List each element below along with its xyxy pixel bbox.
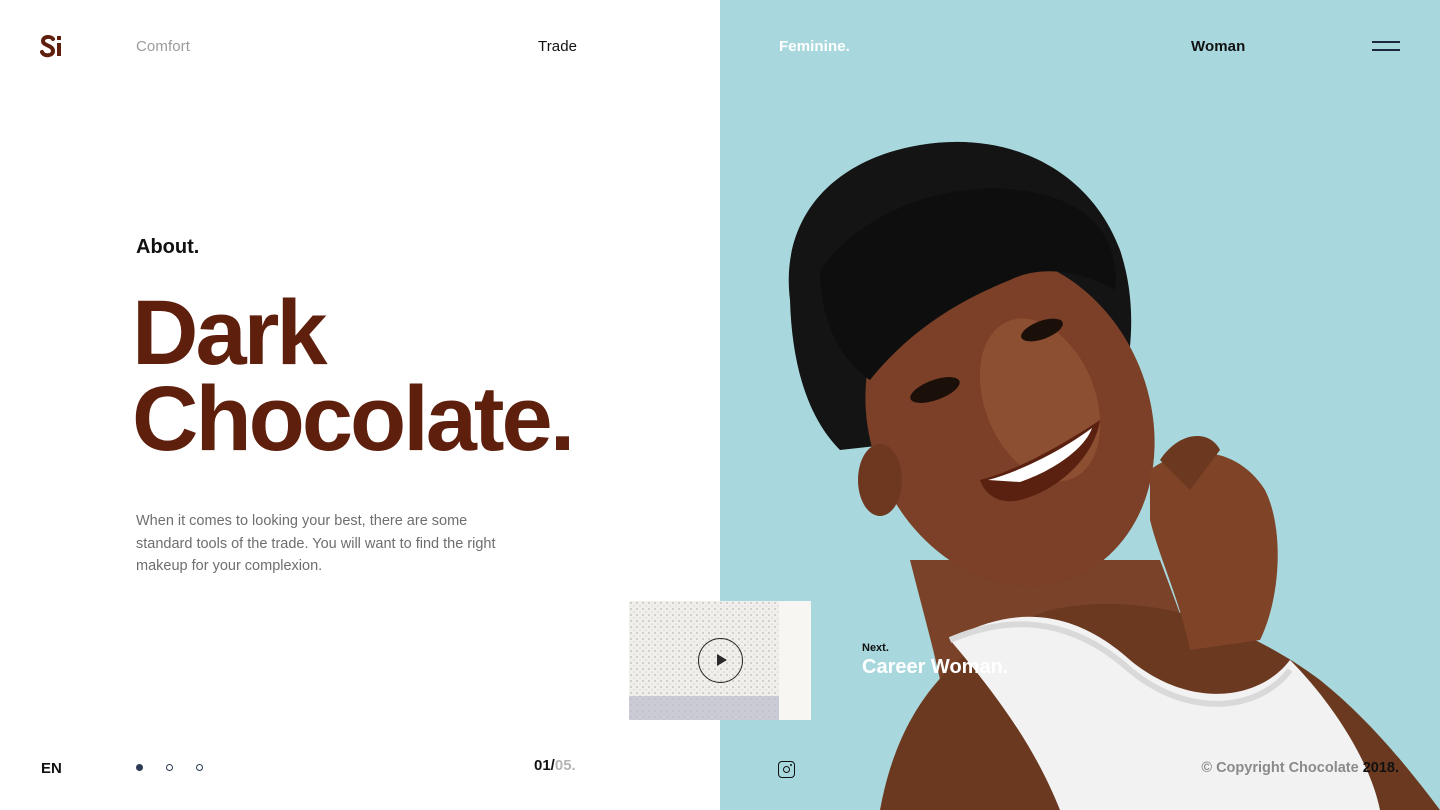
right-panel-photo xyxy=(720,0,1440,810)
instagram-flash xyxy=(789,763,792,766)
copyright-label: © Copyright Chocolate xyxy=(1201,760,1363,776)
nav-link-comfort[interactable]: Comfort xyxy=(136,38,190,55)
menu-line xyxy=(1372,41,1400,43)
woman-portrait-photo xyxy=(788,141,1440,810)
slide-dot-2[interactable] xyxy=(166,764,173,771)
language-switcher[interactable]: EN xyxy=(41,760,62,777)
next-label: Next. xyxy=(862,642,889,654)
play-icon[interactable] xyxy=(698,638,743,683)
hamburger-menu-icon[interactable] xyxy=(1372,39,1400,53)
instagram-lens xyxy=(782,765,790,773)
slide-dot-1[interactable] xyxy=(136,764,143,771)
copyright-year: 2018. xyxy=(1362,760,1399,776)
page-current: 01/ xyxy=(534,757,555,774)
play-triangle xyxy=(717,654,727,666)
hero-description: When it comes to looking your best, ther… xyxy=(136,513,496,574)
video-thumbnail[interactable] xyxy=(629,601,811,720)
menu-line xyxy=(1372,49,1400,51)
title-line-2: Chocolate. xyxy=(132,368,575,470)
brand-logo-icon[interactable] xyxy=(40,33,64,59)
page-total: 05. xyxy=(554,757,576,774)
copyright-text: © Copyright Chocolate 2018. xyxy=(1201,760,1399,776)
nav-link-trade[interactable]: Trade xyxy=(538,38,577,55)
next-story-link[interactable]: Career Woman. xyxy=(862,656,1008,679)
slide-dot-3[interactable] xyxy=(196,764,203,771)
section-eyebrow: About. xyxy=(136,236,200,258)
nav-link-woman[interactable]: Woman xyxy=(1191,38,1245,55)
instagram-icon[interactable] xyxy=(778,761,795,778)
page-counter: 01/05. xyxy=(534,757,576,774)
nav-link-feminine[interactable]: Feminine. xyxy=(779,38,850,55)
page-title: Dark Chocolate. xyxy=(132,287,575,465)
